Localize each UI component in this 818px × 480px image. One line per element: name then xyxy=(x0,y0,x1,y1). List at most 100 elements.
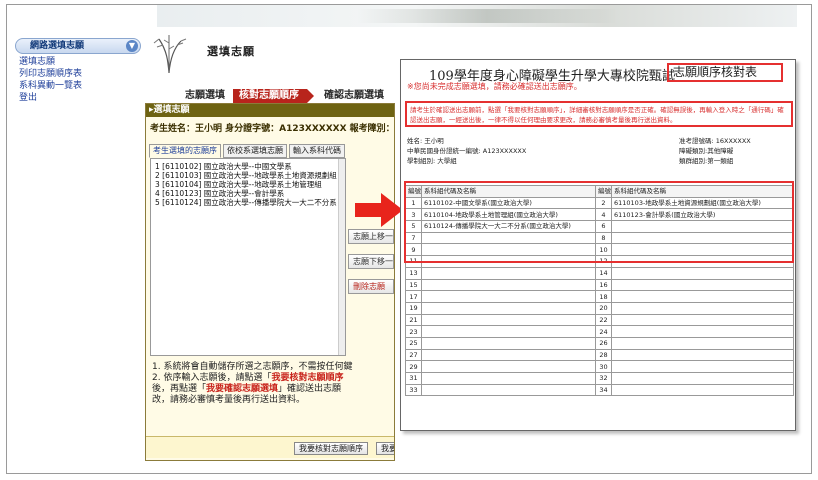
table-cell-number: 29 xyxy=(405,360,422,373)
table-cell-choice xyxy=(421,231,596,245)
step-select: 志願選填 xyxy=(185,90,225,101)
tab-by-code[interactable]: 輸入系科代碼 xyxy=(289,144,345,158)
table-cell-number: 18 xyxy=(595,290,612,303)
table-cell-choice xyxy=(421,383,596,397)
table-cell-choice: 6110104-地政學系土地管理組(國立政治大學) xyxy=(421,208,596,222)
move-up-button[interactable]: 志願上移一 xyxy=(348,229,394,244)
tab-by-school[interactable]: 依校系選填志願 xyxy=(223,144,287,158)
info-name: 姓名: 王小明 xyxy=(407,137,444,145)
table-cell-choice xyxy=(421,325,596,338)
selection-panel: ▸選填志願 考生姓名：王小明 身分證字號：A123XXXXXX 報考障別：其他 … xyxy=(145,103,395,461)
table-cell-choice xyxy=(611,325,794,338)
list-item[interactable]: 1 [6110102] 國立政治大學--中國文學系 xyxy=(155,162,341,171)
sidebar-link-print[interactable]: 列印志願順序表 xyxy=(19,69,141,80)
arrow-right-icon xyxy=(355,193,403,227)
table-cell-number: 22 xyxy=(595,313,612,327)
table-cell-choice xyxy=(421,348,596,362)
list-item[interactable]: 3 [6110104] 國立政治大學--地政學系土地管理組 xyxy=(155,180,341,189)
table-cell-number: 26 xyxy=(595,336,612,350)
table-cell-number: 9 xyxy=(405,243,422,257)
table-cell-choice xyxy=(421,290,596,303)
table-header: 編號 xyxy=(405,185,422,198)
table-row: 21 22 xyxy=(405,313,794,327)
list-item[interactable]: 5 [6110124] 國立政治大學--傳播學院大一大二不分系 xyxy=(155,198,341,207)
confirm-selection-button[interactable]: 我要確認志願選填 xyxy=(376,442,394,455)
table-row: 29 30 xyxy=(405,360,794,373)
instruction-text: 」確認送出志願 xyxy=(278,384,342,394)
info-group: 學制組別: 大學組 xyxy=(407,157,457,165)
table-row: 31 32 xyxy=(405,372,794,385)
table-cell-choice xyxy=(421,360,596,373)
instruction-2: 2. 依序輸入志願後，請點選「我要核對志願順序 xyxy=(152,373,392,384)
table-cell-number: 17 xyxy=(405,290,422,303)
table-cell-choice xyxy=(611,336,794,350)
table-cell-number: 15 xyxy=(405,278,422,292)
table-row: 25 26 xyxy=(405,336,794,350)
table-cell-choice xyxy=(421,266,596,280)
sidebar-link-logout[interactable]: 登出 xyxy=(19,93,141,104)
listbox-scrollbar[interactable] xyxy=(338,159,345,355)
table-cell-number: 32 xyxy=(595,372,612,385)
table-cell-number: 6 xyxy=(595,220,612,233)
table-cell-number: 28 xyxy=(595,348,612,362)
table-cell-choice xyxy=(611,348,794,362)
instruction-text: 2. 依序輸入志願後，請點選「 xyxy=(152,373,272,383)
choice-listbox[interactable]: 1 [6110102] 國立政治大學--中國文學系 2 [6110103] 國立… xyxy=(150,158,346,356)
table-header-row: 編號 系科組代碼及名稱 編號 系科組代碼及名稱 xyxy=(405,185,794,198)
instruction-3: 後，再點選「我要確認志願選填」確認送出志願 xyxy=(152,384,392,395)
info-id-number: 中華民國身份證統一編號: A123XXXXXX xyxy=(407,147,527,155)
instruction-highlight: 我要確認志願選填 xyxy=(206,384,279,394)
table-cell-choice: 6110123-會計學系(國立政治大學) xyxy=(611,208,794,222)
delete-choice-button[interactable]: 刪除志願 xyxy=(348,279,394,294)
table-cell-choice xyxy=(611,301,794,315)
table-row: 27 28 xyxy=(405,348,794,362)
table-cell-number: 21 xyxy=(405,313,422,327)
sidebar: 網路選填志願 ▼ 選填志願 列印志願順序表 系科異動一覽表 登出 xyxy=(15,38,141,104)
table-cell-number: 16 xyxy=(595,278,612,292)
table-row: 23 24 xyxy=(405,325,794,338)
table-cell-number: 3 xyxy=(405,208,422,222)
table-row: 33 34 xyxy=(405,383,794,397)
tab-selected-order[interactable]: 考生選填的志願序 xyxy=(149,144,221,158)
sidebar-menu-title: 網路選填志願 xyxy=(30,41,85,51)
table-row: 78 xyxy=(405,231,794,245)
check-order-button[interactable]: 我要核對志願順序 xyxy=(294,442,368,455)
table-cell-number: 20 xyxy=(595,301,612,315)
table-row: 1 6110102-中國文學系(國立政治大學) 2 6110103-地政學系土地資源規… xyxy=(405,196,794,210)
order-check-sheet: 109學年度身心障礙學生升學大專校院甄試 志願順序核對表 ※您尚未完成志願選填，… xyxy=(400,59,796,431)
sidebar-link-changes[interactable]: 系科異動一覽表 xyxy=(19,81,141,92)
table-row: 3 6110104-地政學系土地管理組(國立政治大學) 4 6110123-會計學系(… xyxy=(405,208,794,222)
list-item[interactable]: 2 [6110103] 國立政治大學--地政學系土地資源規劃組 xyxy=(155,171,341,180)
table-row: 17 18 xyxy=(405,290,794,303)
table-cell-number: 7 xyxy=(405,231,422,245)
choices-table: 編號 系科組代碼及名稱 編號 系科組代碼及名稱 1 6110102-中國文學系(國… xyxy=(405,185,794,397)
table-cell-choice xyxy=(611,220,794,233)
instruction-highlight: 我要核對志願順序 xyxy=(271,373,344,383)
table-cell-choice xyxy=(611,255,794,268)
notice-box: 請考生於確認送出志願前，點選「我要核對志願順序」，詳細審核對志願順序是否正確。確… xyxy=(405,101,793,127)
examinee-details: 姓名: 王小明 准考證號碼: 16XXXXXX 中華民國身份證統一編號: A12… xyxy=(407,136,791,166)
table-cell-choice: 6110102-中國文學系(國立政治大學) xyxy=(421,196,596,210)
table-cell-number: 12 xyxy=(595,255,612,268)
panel-header: ▸選填志願 xyxy=(146,104,394,117)
table-cell-number: 34 xyxy=(595,383,612,397)
table-cell-choice xyxy=(611,372,794,385)
table-cell-choice xyxy=(611,266,794,280)
step-check-order: 核對志願順序 xyxy=(233,89,307,103)
move-down-button[interactable]: 志願下移一 xyxy=(348,254,394,269)
table-cell-number: 5 xyxy=(405,220,422,233)
table-cell-number: 13 xyxy=(405,266,422,280)
table-cell-choice xyxy=(611,278,794,292)
table-cell-choice xyxy=(421,255,596,268)
table-row: 13 14 xyxy=(405,266,794,280)
step-confirm: 確認志願選填 xyxy=(324,90,384,101)
table-cell-number: 30 xyxy=(595,360,612,373)
sidebar-link-select[interactable]: 選填志願 xyxy=(19,57,141,68)
table-cell-choice xyxy=(421,243,596,257)
table-row: 5 6110124-傳播學院大一大二不分系(國立政治大學) 6 xyxy=(405,220,794,233)
chevron-down-icon[interactable]: ▼ xyxy=(126,40,138,52)
sidebar-menu-header[interactable]: 網路選填志願 ▼ xyxy=(15,38,141,54)
table-cell-number: 31 xyxy=(405,372,422,385)
list-item[interactable]: 4 [6110123] 國立政治大學--會計學系 xyxy=(155,189,341,198)
plant-logo-icon xyxy=(153,35,187,74)
